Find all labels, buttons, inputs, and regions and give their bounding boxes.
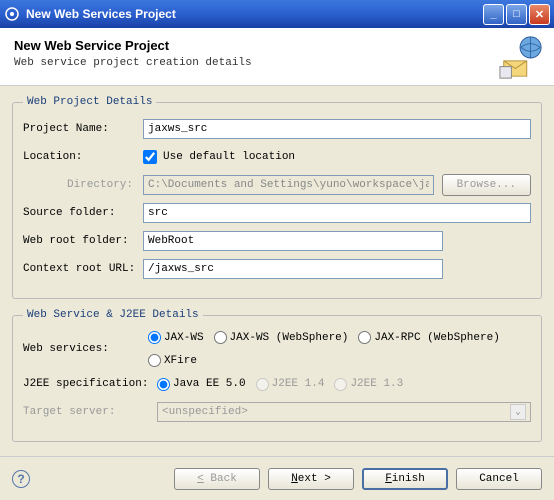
radio-jaxws-websphere[interactable]: JAX-WS (WebSphere) [214,331,349,344]
project-name-label: Project Name: [23,123,143,135]
finish-button[interactable]: Finish [362,468,448,490]
page-title: New Web Service Project [14,38,540,53]
directory-label: Directory: [23,179,143,191]
use-default-location-checkbox[interactable] [143,150,157,164]
next-button[interactable]: Next > [268,468,354,490]
target-server-select: <unspecified> ⌄ [157,402,531,422]
radio-j2ee14: J2EE 1.4 [256,378,325,391]
directory-input [143,175,434,195]
close-button[interactable]: ✕ [529,4,550,25]
web-root-label: Web root folder: [23,235,143,247]
maximize-button[interactable]: □ [506,4,527,25]
window-title: New Web Services Project [26,7,483,21]
location-label: Location: [23,151,143,163]
title-bar: New Web Services Project _ □ ✕ [0,0,554,28]
radio-javaee5[interactable]: Java EE 5.0 [157,378,246,391]
chevron-down-icon: ⌄ [510,404,526,420]
source-folder-input[interactable] [143,203,531,223]
context-root-label: Context root URL: [23,263,143,275]
context-root-input[interactable] [143,259,443,279]
source-folder-label: Source folder: [23,207,143,219]
dialog-header: New Web Service Project Web service proj… [0,28,554,86]
minimize-button[interactable]: _ [483,4,504,25]
web-root-input[interactable] [143,231,443,251]
web-services-label: Web services: [23,343,148,355]
radio-jaxrpc-websphere[interactable]: JAX-RPC (WebSphere) [358,331,499,344]
group-legend: Web Project Details [23,96,156,108]
page-subtitle: Web service project creation details [14,57,540,69]
wizard-icon [498,34,544,80]
web-project-details-group: Web Project Details Project Name: Locati… [12,96,542,299]
radio-xfire[interactable]: XFire [148,354,197,367]
use-default-location-label: Use default location [163,151,295,163]
app-icon [4,6,20,22]
radio-jaxws[interactable]: JAX-WS [148,331,204,344]
j2ee-spec-label: J2EE specification: [23,378,157,390]
radio-j2ee13: J2EE 1.3 [334,378,403,391]
back-button: < Back [174,468,260,490]
web-service-j2ee-group: Web Service & J2EE Details Web services:… [12,309,542,442]
cancel-button[interactable]: Cancel [456,468,542,490]
help-button[interactable]: ? [12,470,30,488]
target-server-label: Target server: [23,406,157,418]
project-name-input[interactable] [143,119,531,139]
group-legend: Web Service & J2EE Details [23,309,203,321]
browse-button: Browse... [442,174,531,196]
dialog-footer: ? < Back Next > Finish Cancel [0,456,554,500]
